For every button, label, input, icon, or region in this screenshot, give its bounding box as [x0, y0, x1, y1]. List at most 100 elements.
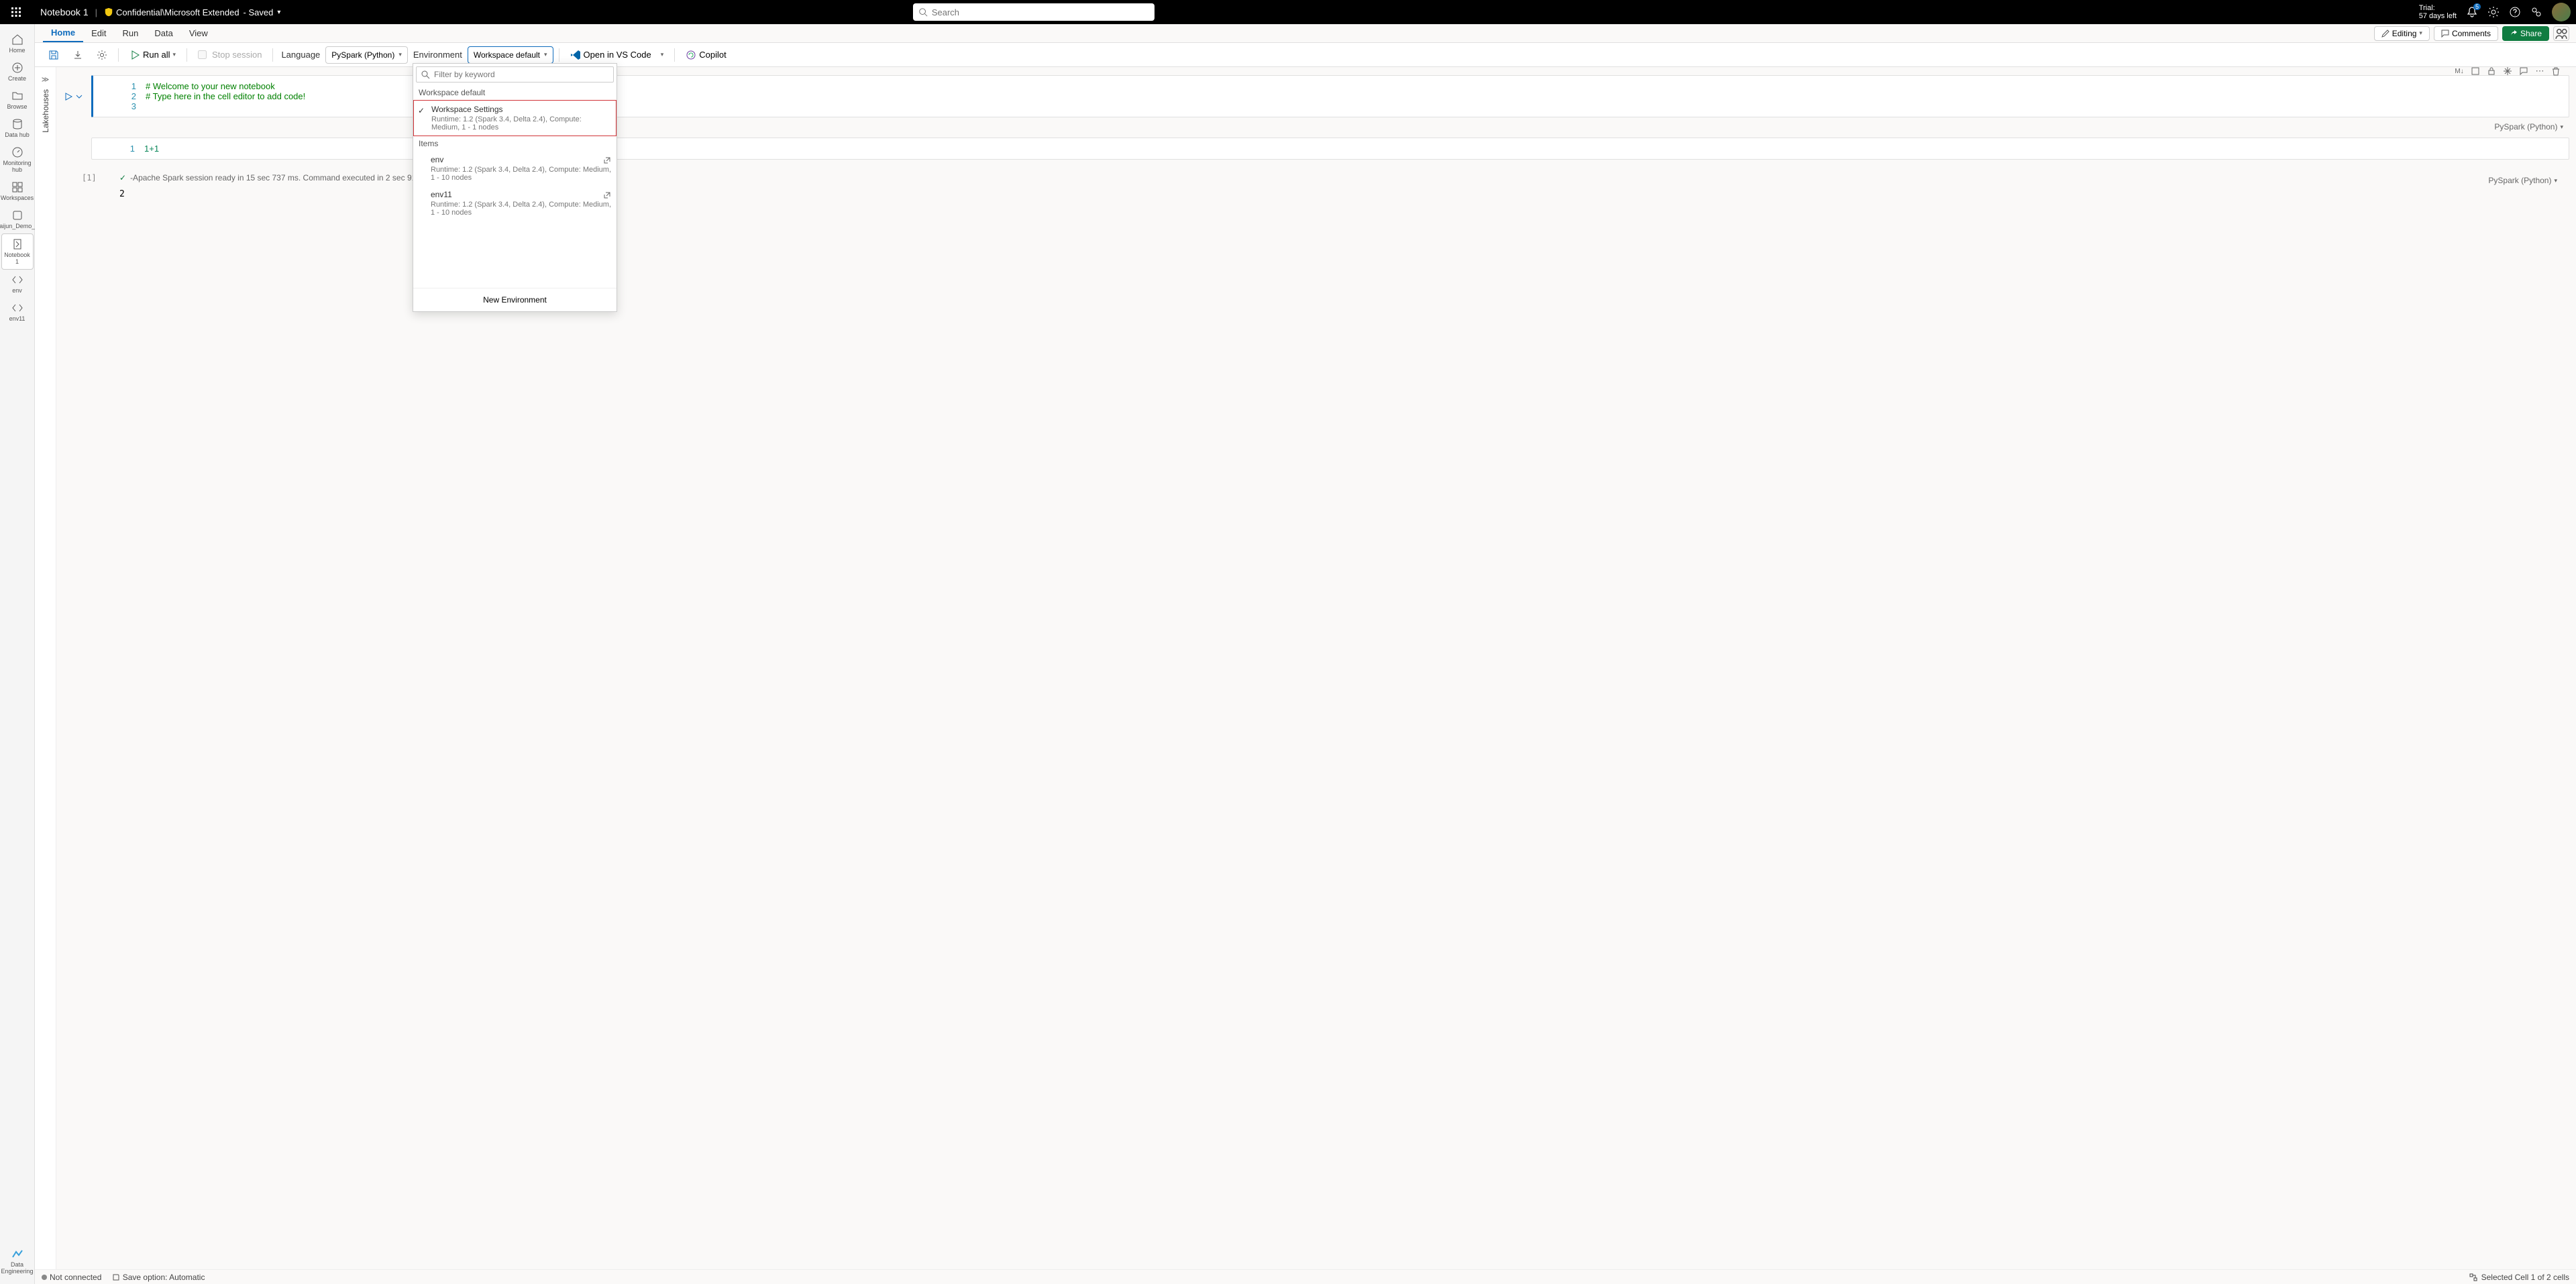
stop-session-toggle[interactable]: Stop session	[193, 46, 267, 64]
lakehouses-panel: ≫ Lakehouses	[35, 67, 56, 1269]
save-option[interactable]: Save option: Automatic	[112, 1273, 205, 1282]
copilot-icon	[686, 50, 696, 60]
separator	[272, 48, 273, 62]
language-dropdown[interactable]: PySpark (Python) ▾	[325, 46, 408, 64]
code-line: # Type here in the cell editor to add co…	[146, 91, 305, 101]
tab-home[interactable]: Home	[43, 24, 83, 42]
nav-workspaces[interactable]: Workspaces	[1, 177, 34, 205]
env-item-env11[interactable]: env11 Runtime: 1.2 (Spark 3.4, Delta 2.4…	[413, 186, 616, 221]
search-input[interactable]	[932, 7, 1149, 17]
toggle-output-button[interactable]	[2468, 67, 2483, 78]
save-button[interactable]	[43, 46, 64, 64]
nav-env11[interactable]: env11	[1, 298, 34, 326]
env-item-env[interactable]: env Runtime: 1.2 (Spark 3.4, Delta 2.4),…	[413, 151, 616, 186]
new-environment-button[interactable]: New Environment	[413, 288, 616, 311]
download-button[interactable]	[67, 46, 89, 64]
nav-data-engineering[interactable]: Data Engineering	[1, 1244, 34, 1279]
cell-language-selector[interactable]: PySpark (Python) ▾	[2494, 122, 2563, 131]
search-icon	[421, 70, 430, 79]
nav-monitoring[interactable]: Monitoring hub	[1, 142, 34, 177]
environment-dropdown[interactable]: Workspace default ▾	[468, 46, 553, 64]
nav-home[interactable]: Home	[1, 30, 34, 58]
more-cell-button[interactable]: ⋯	[2532, 67, 2547, 78]
gear-icon	[2487, 6, 2500, 18]
help-button[interactable]	[2509, 6, 2521, 18]
tab-run[interactable]: Run	[115, 24, 147, 42]
save-icon	[112, 1273, 120, 1281]
feedback-button[interactable]	[2530, 6, 2542, 18]
env-item-subtitle: Runtime: 1.2 (Spark 3.4, Delta 2.4), Com…	[431, 115, 610, 131]
help-icon	[2509, 6, 2521, 18]
cell-language-selector[interactable]: PySpark (Python) ▾	[2488, 176, 2557, 185]
trial-info: Trial: 57 days left	[2419, 4, 2457, 20]
nav-demo-env[interactable]: Shuaijun_Demo_Env	[1, 205, 34, 233]
shield-icon	[104, 7, 113, 17]
nav-label: Home	[9, 47, 25, 54]
editing-mode-button[interactable]: Editing ▾	[2374, 26, 2430, 41]
download-icon	[72, 50, 83, 60]
comments-label: Comments	[2452, 29, 2491, 38]
line-number: 3	[121, 101, 136, 111]
confidentiality-label[interactable]: Confidential\Microsoft Extended	[116, 7, 239, 17]
chevron-down-icon[interactable]	[74, 92, 84, 101]
cell-selection-status[interactable]: Selected Cell 1 of 2 cells	[2469, 1273, 2569, 1282]
copilot-overflow-button[interactable]	[2553, 26, 2569, 41]
run-all-button[interactable]: Run all ▾	[124, 46, 181, 64]
check-icon: ✓	[119, 173, 126, 182]
save-icon	[48, 50, 59, 60]
nav-env[interactable]: env	[1, 270, 34, 298]
left-nav-rail: Home Create Browse Data hub Monitoring h…	[0, 24, 35, 1284]
share-button[interactable]: Share	[2502, 26, 2549, 41]
nav-notebook1[interactable]: Notebook 1	[1, 233, 34, 270]
nav-create[interactable]: Create	[1, 58, 34, 86]
user-avatar[interactable]	[2552, 3, 2571, 21]
env-item-workspace-settings[interactable]: ✓ Workspace Settings Runtime: 1.2 (Spark…	[413, 100, 616, 136]
cell-lang-label: PySpark (Python)	[2494, 122, 2557, 131]
env-item-title: env11	[431, 190, 611, 199]
line-number: 1	[120, 144, 135, 154]
tab-view[interactable]: View	[181, 24, 216, 42]
comments-button[interactable]: Comments	[2434, 26, 2498, 41]
chevron-down-icon[interactable]: ▾	[277, 9, 280, 16]
editing-label: Editing	[2392, 29, 2417, 38]
feedback-icon	[2530, 6, 2542, 18]
notebook-title[interactable]: Notebook 1	[40, 7, 89, 17]
nav-browse[interactable]: Browse	[1, 86, 34, 114]
line-number: 2	[121, 91, 136, 101]
nav-data-hub[interactable]: Data hub	[1, 114, 34, 142]
chevron-down-icon: ▾	[172, 51, 176, 58]
save-option-label: Save option: Automatic	[123, 1273, 205, 1282]
home-icon	[11, 34, 23, 46]
database-icon	[11, 118, 23, 130]
global-search[interactable]	[913, 3, 1155, 21]
separator	[674, 48, 675, 62]
delete-cell-button[interactable]	[2548, 67, 2563, 78]
open-external-icon[interactable]	[603, 156, 611, 166]
notifications-button[interactable]: 5	[2466, 6, 2478, 18]
code-icon	[11, 302, 23, 314]
open-external-icon[interactable]	[603, 191, 611, 201]
tab-edit[interactable]: Edit	[83, 24, 114, 42]
freeze-cell-button[interactable]	[2500, 67, 2515, 78]
ribbon-tabs: Home Edit Run Data View Editing ▾ Commen…	[35, 24, 2576, 43]
lock-cell-button[interactable]	[2484, 67, 2499, 78]
app-launcher[interactable]	[5, 1, 27, 23]
convert-markdown-button[interactable]: M↓	[2452, 67, 2467, 78]
stop-session-label: Stop session	[212, 50, 262, 60]
run-cell-icon[interactable]	[64, 92, 73, 101]
nav-label: Data Engineering	[1, 1261, 33, 1275]
separator	[186, 48, 187, 62]
settings-button[interactable]	[2487, 6, 2500, 18]
stop-session-checkbox[interactable]	[198, 50, 207, 59]
expand-lakehouses-button[interactable]: ≫	[42, 75, 50, 84]
open-vscode-button[interactable]: Open in VS Code ▾	[565, 46, 669, 64]
env-filter-input[interactable]	[434, 70, 609, 79]
tab-data[interactable]: Data	[146, 24, 180, 42]
chevron-down-icon[interactable]: ▾	[661, 51, 664, 58]
copilot-button[interactable]: Copilot	[680, 46, 731, 64]
comment-cell-button[interactable]	[2516, 67, 2531, 78]
open-vscode-label: Open in VS Code	[584, 50, 651, 60]
execution-count: [1]	[82, 173, 97, 182]
env-filter[interactable]	[416, 66, 614, 83]
settings-button[interactable]	[91, 46, 113, 64]
